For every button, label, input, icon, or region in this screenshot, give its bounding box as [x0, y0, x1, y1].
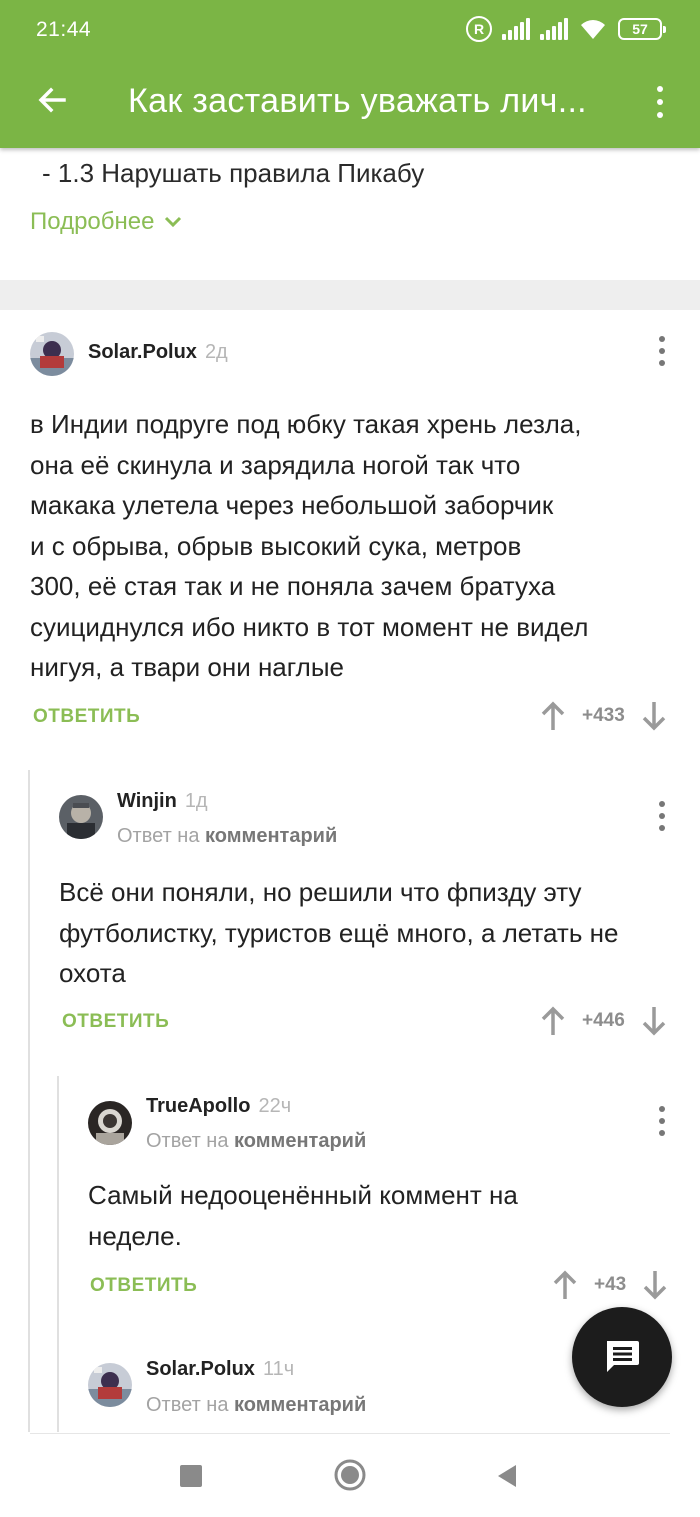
status-icons: R 57: [466, 16, 666, 42]
author-name[interactable]: Winjin: [117, 790, 177, 812]
comment-text: Всё они поняли, но решили что фпизду эту…: [59, 872, 679, 994]
arrow-left-icon[interactable]: [30, 78, 74, 122]
downvote-icon[interactable]: [641, 1005, 667, 1037]
thread-line: [57, 1076, 59, 1432]
comment-text: в Индии подруге под юбку такая хрень лез…: [30, 404, 670, 688]
upvote-icon[interactable]: [552, 1269, 578, 1301]
home-button[interactable]: [328, 1453, 372, 1497]
divider: [30, 1433, 670, 1434]
more-label: Подробнее: [30, 208, 155, 235]
reply-button[interactable]: ОТВЕТИТЬ: [90, 1275, 197, 1297]
status-bar: 21:44 R 57: [0, 0, 700, 60]
recents-button[interactable]: [170, 1455, 212, 1497]
comment-age: 22ч: [258, 1095, 292, 1117]
chevron-down-icon: [165, 216, 182, 228]
signal-icon-2: [540, 18, 568, 40]
more-vertical-icon[interactable]: [650, 82, 670, 122]
reply-to-link[interactable]: комментарий: [205, 825, 337, 847]
downvote-icon[interactable]: [641, 700, 667, 732]
reply-to: Ответ на комментарий: [146, 1394, 366, 1417]
status-time: 21:44: [36, 18, 92, 41]
comment-line: в Индии подруге под юбку такая хрень лез…: [30, 409, 582, 439]
comment-line: футболистку, туристов ещё много, а летат…: [59, 917, 619, 948]
triangle-back-icon: [498, 1465, 516, 1487]
system-nav-bar: [0, 1433, 700, 1517]
top-bar: 21:44 R 57 Как заставить уважать лич...: [0, 0, 700, 148]
comment-age: 11ч: [262, 1358, 295, 1380]
reply-to-prefix: Ответ на: [146, 1394, 229, 1416]
reply-to-prefix: Ответ на: [146, 1130, 229, 1152]
battery-icon: 57: [618, 18, 666, 40]
signal-icon: [502, 18, 530, 40]
reply-button[interactable]: ОТВЕТИТЬ: [62, 1011, 169, 1033]
back-button[interactable]: [486, 1455, 528, 1497]
post-rule-line: - 1.3 Нарушать правила Пикабу: [42, 158, 425, 188]
rating: +446: [582, 1010, 625, 1031]
avatar[interactable]: [88, 1101, 132, 1145]
comment-author[interactable]: Solar.Polux 2д: [88, 341, 228, 364]
author-name[interactable]: Solar.Polux: [88, 341, 197, 363]
comment-line: охота: [59, 958, 126, 988]
rating: +433: [582, 705, 625, 726]
post-content: - 1.3 Нарушать правила Пикабу Подробнее: [0, 148, 700, 280]
square-icon: [180, 1465, 202, 1487]
downvote-icon[interactable]: [642, 1269, 668, 1301]
author-name[interactable]: TrueApollo: [146, 1095, 250, 1117]
comment-menu-icon[interactable]: [652, 799, 672, 833]
comment-line: Самый недооценённый коммент на: [88, 1180, 518, 1210]
upvote-icon[interactable]: [540, 1005, 566, 1037]
thread-line: [28, 770, 30, 1432]
reply-to-prefix: Ответ на: [117, 825, 200, 847]
comment-line: и с обрыва, обрыв высокий сука, метров: [30, 530, 522, 561]
avatar[interactable]: [88, 1363, 132, 1407]
comment-author[interactable]: Solar.Polux 11ч: [146, 1358, 294, 1381]
comment-age: 2д: [204, 341, 228, 363]
avatar[interactable]: [30, 332, 74, 376]
comment-author[interactable]: Winjin 1д: [117, 790, 208, 813]
vote-controls: +43: [552, 1269, 668, 1301]
rating: +43: [594, 1274, 627, 1295]
comment-line: Всё они поняли, но решили что фпизду эту: [59, 877, 582, 907]
comment-line: 300, её стая так и не поняла зачем брату…: [30, 571, 556, 601]
more-link[interactable]: Подробнее: [30, 208, 182, 236]
comment-menu-icon[interactable]: [652, 1104, 672, 1138]
comment-author[interactable]: TrueApollo 22ч: [146, 1095, 291, 1118]
reply-to-link[interactable]: комментарий: [234, 1130, 366, 1152]
reply-to: Ответ на комментарий: [146, 1130, 366, 1153]
comment-line: она её скинула и зарядила ногой так что: [30, 449, 521, 480]
upvote-icon[interactable]: [540, 700, 566, 732]
reply-to: Ответ на комментарий: [117, 825, 337, 848]
registered-icon: R: [466, 16, 492, 42]
section-divider: [0, 280, 700, 310]
comment-line: нигуя, а твари они наглые: [30, 652, 344, 682]
vote-controls: +446: [540, 1005, 667, 1037]
author-name[interactable]: Solar.Polux: [146, 1358, 255, 1380]
avatar[interactable]: [59, 795, 103, 839]
comment-age: 1д: [184, 790, 208, 812]
chat-icon: [607, 1341, 639, 1372]
chat-button[interactable]: [572, 1307, 672, 1407]
comment-line: суициднулся ибо никто в тот момент не ви…: [30, 611, 589, 642]
comment-line: макака улетела через небольшой заборчик: [30, 490, 554, 520]
comment-text: Самый недооценённый коммент на неделе.: [88, 1175, 668, 1256]
app-bar: Как заставить уважать лич...: [0, 60, 700, 148]
circle-icon: [334, 1459, 366, 1491]
comment-menu-icon[interactable]: [652, 334, 672, 368]
reply-button[interactable]: ОТВЕТИТЬ: [33, 706, 140, 728]
reply-to-link[interactable]: комментарий: [234, 1394, 366, 1416]
vote-controls: +433: [540, 700, 667, 732]
page-title: Как заставить уважать лич...: [128, 82, 587, 120]
wifi-icon: [578, 17, 608, 41]
comment-line: неделе.: [88, 1220, 182, 1251]
